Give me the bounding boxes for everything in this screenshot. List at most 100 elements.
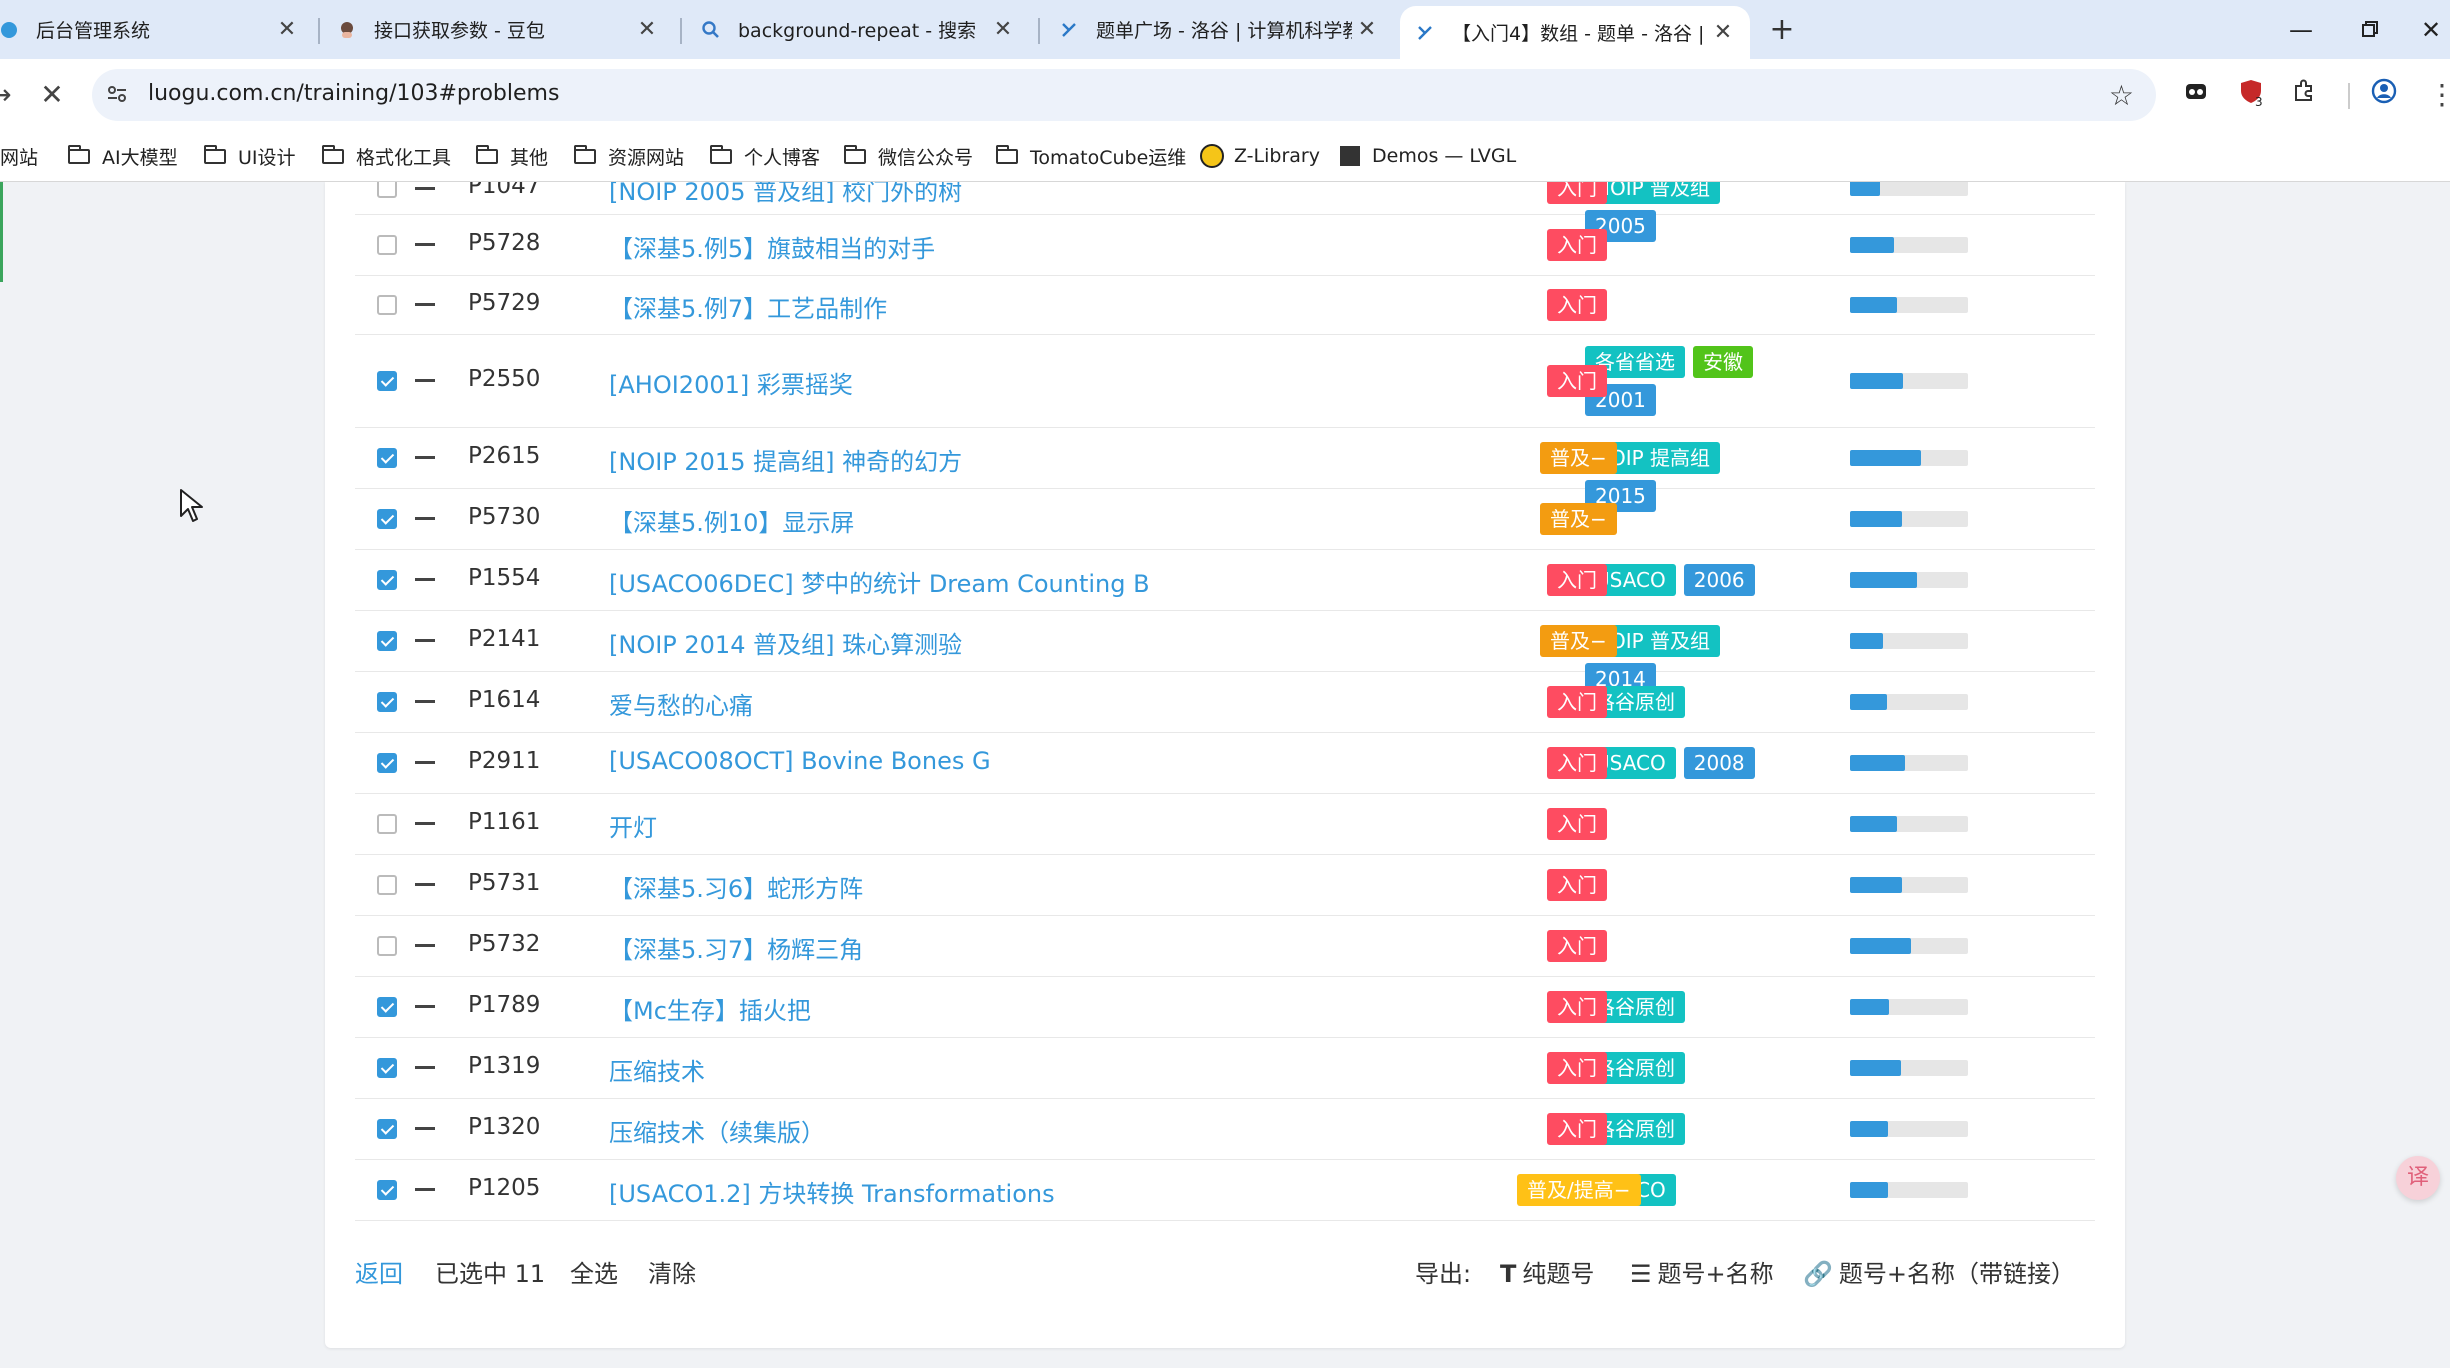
problem-title-link[interactable]: [AHOI2001] 彩票摇奖 — [609, 365, 853, 400]
problem-title-link[interactable]: 爱与愁的心痛 — [609, 686, 753, 721]
pass-rate-bar — [1850, 296, 1968, 313]
pass-rate-fill — [1850, 937, 1911, 954]
tab-4-active[interactable]: 【入门4】数组 - 题单 - 洛谷 | 计 ✕ — [1400, 6, 1750, 59]
problem-title-link[interactable]: 【深基5.习7】杨辉三角 — [609, 930, 863, 965]
difficulty-badge: 入门 — [1547, 1051, 1607, 1084]
row-checkbox[interactable] — [377, 370, 397, 391]
export-pid-button[interactable]: T 纯题号 — [1500, 1254, 1594, 1289]
problem-id: P5728 — [468, 229, 541, 256]
pass-rate-bar — [1850, 449, 1968, 466]
row-checkbox[interactable] — [377, 874, 397, 895]
shield-extension-icon[interactable]: 3 — [2234, 77, 2270, 113]
close-icon[interactable]: ✕ — [272, 17, 302, 42]
window-close-icon[interactable]: ✕ — [2406, 10, 2450, 50]
link-icon: 🔗 — [1803, 1260, 1833, 1288]
stop-loading-icon[interactable]: ✕ — [34, 77, 70, 113]
bookmark-folder[interactable]: 个人博客 — [709, 141, 820, 171]
problem-title-link[interactable]: 压缩技术 — [609, 1052, 705, 1087]
tag-group: 洛谷原创 — [1585, 685, 1785, 718]
close-icon[interactable]: ✕ — [1708, 20, 1738, 45]
row-checkbox[interactable] — [377, 1179, 397, 1200]
restore-icon[interactable] — [2345, 10, 2395, 50]
address-bar[interactable]: luogu.com.cn/training/103#problems ☆ — [92, 69, 2156, 121]
bookmark-folder[interactable]: AI大模型 — [67, 141, 178, 171]
problem-title-link[interactable]: 【Mc生存】插火把 — [609, 991, 811, 1026]
row-checkbox[interactable] — [377, 569, 397, 590]
row-checkbox[interactable] — [377, 813, 397, 834]
puzzle-extensions-icon[interactable] — [2286, 77, 2322, 113]
tab-0[interactable]: 后台管理系统 ✕ — [0, 0, 314, 59]
row-checkbox[interactable] — [377, 294, 397, 315]
close-icon[interactable]: ✕ — [988, 17, 1018, 42]
problem-tag[interactable]: 2008 — [1683, 746, 1755, 779]
problem-title-link[interactable]: [NOIP 2005 普及组] 校门外的树 — [609, 182, 962, 207]
problem-id: P2141 — [468, 625, 541, 652]
problem-id: P5731 — [468, 869, 541, 896]
profile-avatar-icon[interactable] — [2366, 77, 2402, 113]
row-checkbox[interactable] — [377, 996, 397, 1017]
page-edge-indicator — [0, 182, 3, 282]
minimize-icon[interactable]: — — [2276, 10, 2326, 50]
tab-2[interactable]: background-repeat - 搜索 ✕ — [686, 0, 1030, 59]
problem-title-link[interactable]: 压缩技术（续集版） — [609, 1113, 825, 1148]
extension-icon[interactable] — [2178, 77, 2214, 113]
tab-1[interactable]: 接口获取参数 - 豆包 ✕ — [322, 0, 674, 59]
select-all-button[interactable]: 全选 — [570, 1254, 618, 1289]
bookmark-item[interactable]: 网站 — [0, 141, 38, 171]
export-label: 导出: — [1415, 1260, 1472, 1288]
problem-title-link[interactable]: 开灯 — [609, 808, 657, 843]
bookmark-folder[interactable]: 资源网站 — [573, 141, 684, 171]
problem-title-link[interactable]: [USACO1.2] 方块转换 Transformations — [609, 1174, 1055, 1209]
translate-float-button[interactable]: 译 — [2396, 1156, 2440, 1200]
problem-title-link[interactable]: [USACO08OCT] Bovine Bones G — [609, 747, 991, 775]
problem-title-link[interactable]: 【深基5.例7】工艺品制作 — [609, 289, 887, 324]
bookmark-folder[interactable]: 格式化工具 — [321, 141, 451, 171]
problem-id: P5729 — [468, 289, 541, 316]
row-checkbox[interactable] — [377, 1118, 397, 1139]
bookmark-item[interactable]: Demos — LVGL — [1340, 141, 1516, 171]
row-checkbox[interactable] — [377, 935, 397, 956]
problem-id: P1319 — [468, 1052, 541, 1079]
problem-row: P1320 压缩技术（续集版） 洛谷原创 入门 — [355, 1098, 2095, 1160]
problem-title-link[interactable]: [NOIP 2015 提高组] 神奇的幻方 — [609, 442, 962, 477]
bookmark-folder[interactable]: TomatoCube运维 — [995, 141, 1186, 171]
tab-title: 接口获取参数 - 豆包 — [374, 20, 545, 42]
row-checkbox[interactable] — [377, 508, 397, 529]
bookmark-folder[interactable]: 其他 — [475, 141, 548, 171]
tag-group: 洛谷原创 — [1585, 1112, 1785, 1145]
row-checkbox[interactable] — [377, 630, 397, 651]
status-dash-icon — [415, 578, 435, 581]
site-settings-icon[interactable] — [104, 82, 130, 108]
status-dash-icon — [415, 1066, 435, 1069]
problem-tag[interactable]: 2006 — [1683, 563, 1755, 596]
new-tab-button[interactable]: + — [1764, 12, 1800, 48]
row-checkbox[interactable] — [377, 182, 397, 198]
problem-title-link[interactable]: [NOIP 2014 普及组] 珠心算测验 — [609, 625, 962, 660]
problem-title-link[interactable]: [USACO06DEC] 梦中的统计 Dream Counting B — [609, 564, 1150, 599]
close-icon[interactable]: ✕ — [632, 17, 662, 42]
row-checkbox[interactable] — [377, 234, 397, 255]
tab-3[interactable]: 题单广场 - 洛谷 | 计算机科学教 ✕ — [1044, 0, 1394, 59]
problem-title-link[interactable]: 【深基5.例10】显示屏 — [609, 503, 854, 538]
pass-rate-fill — [1850, 182, 1880, 196]
row-checkbox[interactable] — [377, 1057, 397, 1078]
export-pid-name-link-button[interactable]: 🔗 题号+名称（带链接） — [1803, 1254, 2075, 1289]
problem-tag[interactable]: 安徽 — [1693, 345, 1753, 378]
clear-button[interactable]: 清除 — [648, 1254, 696, 1289]
difficulty-badge: 入门 — [1547, 228, 1607, 261]
export-pid-name-button[interactable]: ☰ 题号+名称 — [1630, 1254, 1774, 1289]
row-checkbox[interactable] — [377, 752, 397, 773]
bookmark-folder[interactable]: UI设计 — [203, 141, 296, 171]
back-link[interactable]: 返回 — [355, 1254, 403, 1289]
row-checkbox[interactable] — [377, 691, 397, 712]
bookmark-star-icon[interactable]: ☆ — [2109, 79, 2134, 112]
row-checkbox[interactable] — [377, 447, 397, 468]
forward-icon[interactable]: → — [0, 77, 18, 113]
bookmark-folder[interactable]: 微信公众号 — [843, 141, 973, 171]
tab-strip: 后台管理系统 ✕ 接口获取参数 - 豆包 ✕ background-repeat… — [0, 0, 2450, 59]
bookmark-item[interactable]: Z-Library — [1200, 141, 1320, 171]
close-icon[interactable]: ✕ — [1352, 17, 1382, 42]
problem-title-link[interactable]: 【深基5.例5】旗鼓相当的对手 — [609, 229, 935, 264]
problem-title-link[interactable]: 【深基5.习6】蛇形方阵 — [609, 869, 863, 904]
menu-kebab-icon[interactable]: ⋮ — [2424, 77, 2450, 113]
